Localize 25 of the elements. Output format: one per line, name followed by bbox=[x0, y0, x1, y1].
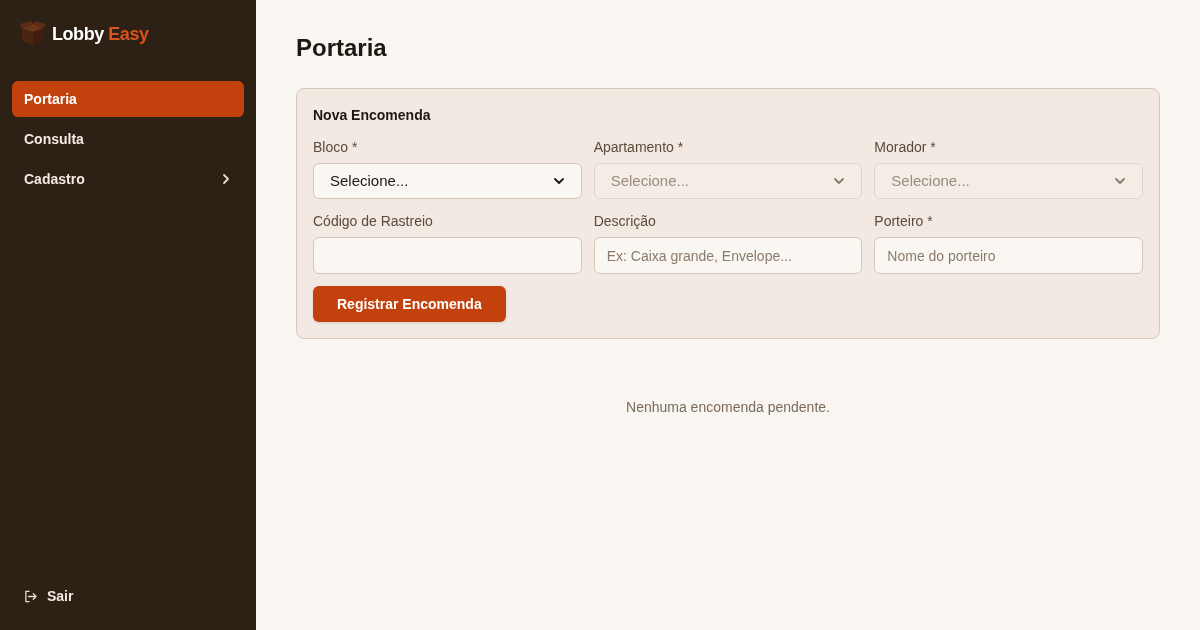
logo-text: Lobby Easy bbox=[52, 23, 149, 46]
logout-icon bbox=[24, 589, 37, 603]
box-icon bbox=[20, 21, 46, 47]
field-label: Descrição bbox=[593, 212, 657, 231]
nav-item[interactable]: Consulta bbox=[12, 121, 244, 157]
chevron-down-icon bbox=[552, 175, 565, 187]
logout-button[interactable]: Sair bbox=[12, 578, 86, 614]
empty-message: Nenhuma encomenda pendente. bbox=[625, 398, 831, 417]
select-field[interactable]: Selecione... bbox=[313, 163, 582, 199]
text-field[interactable] bbox=[313, 237, 582, 274]
field-label: Morador * bbox=[874, 138, 937, 157]
chevron-down-icon bbox=[833, 175, 846, 187]
chevron-down-icon bbox=[1114, 175, 1126, 187]
card-title: Nova Encomenda bbox=[313, 106, 432, 125]
field-label: Apartamento * bbox=[593, 138, 685, 157]
field-label: Código de Rastreio bbox=[313, 212, 434, 231]
text-field[interactable]: Ex: Caixa grande, Envelope... bbox=[593, 237, 863, 274]
submit-button[interactable]: Registrar Encomenda bbox=[313, 286, 506, 322]
page-title: Portaria bbox=[296, 33, 388, 63]
field-label: Porteiro * bbox=[874, 212, 934, 231]
nav-item[interactable]: Portaria bbox=[12, 81, 244, 117]
text-field[interactable]: Nome do porteiro bbox=[874, 237, 1143, 274]
field-label: Bloco * bbox=[313, 138, 359, 157]
nav-item[interactable]: Cadastro bbox=[12, 161, 244, 197]
chevron-right-icon bbox=[220, 173, 232, 185]
